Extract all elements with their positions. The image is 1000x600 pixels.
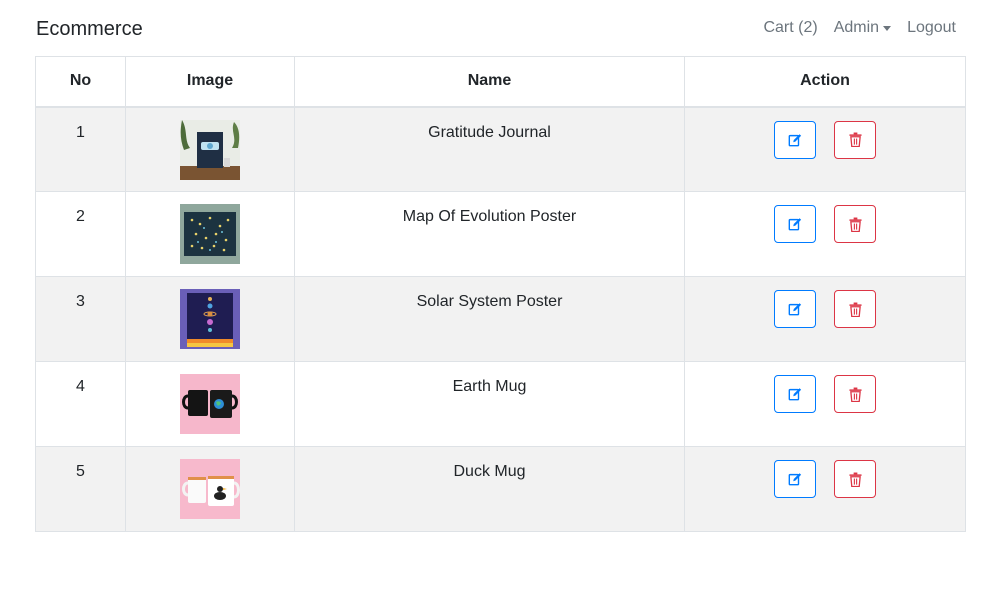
cart-link[interactable]: Cart (2) (763, 18, 817, 38)
brand-title[interactable]: Ecommerce (36, 16, 143, 42)
edit-button[interactable] (773, 120, 816, 159)
earth-mug-thumbnail (180, 374, 240, 434)
edit-button[interactable] (773, 290, 816, 328)
table-row: 1 Gratitude Journal (35, 106, 966, 192)
row-actions (684, 106, 966, 192)
row-number: 3 (35, 276, 126, 362)
row-image-cell (125, 446, 295, 532)
table-row: 4 Earth Mug (35, 361, 966, 447)
edit-icon (788, 388, 801, 401)
header-image: Image (125, 56, 295, 108)
row-actions (684, 446, 966, 532)
row-actions (684, 361, 966, 447)
nav-links: Cart (2) Admin Logout (763, 18, 956, 38)
products-table: No Image Name Action 1 Gratitude Journal… (35, 56, 966, 532)
row-image-cell (125, 191, 295, 277)
trash-icon (849, 302, 862, 317)
header-name: Name (294, 56, 685, 108)
row-number: 5 (35, 446, 126, 532)
row-image-cell (125, 361, 295, 447)
header-action: Action (684, 56, 966, 108)
solar-system-poster-thumbnail (180, 289, 240, 349)
navbar: Ecommerce Cart (2) Admin Logout (0, 0, 1000, 56)
delete-button[interactable] (834, 460, 877, 498)
edit-icon (788, 218, 801, 231)
trash-icon (849, 387, 862, 402)
table-row: 3 Solar System Poster (35, 276, 966, 362)
trash-icon (849, 472, 862, 487)
row-actions (684, 276, 966, 362)
edit-button[interactable] (773, 205, 816, 243)
row-actions (684, 191, 966, 277)
row-image-cell (125, 276, 295, 362)
row-product-name: Solar System Poster (294, 276, 685, 362)
edit-button[interactable] (773, 460, 816, 498)
header-no: No (35, 56, 126, 108)
gratitude-journal-thumbnail (180, 119, 240, 180)
trash-icon (849, 217, 862, 232)
evolution-poster-thumbnail (180, 204, 240, 264)
admin-dropdown[interactable]: Admin (833, 18, 892, 38)
edit-icon (788, 133, 801, 146)
table-header-row: No Image Name Action (35, 56, 966, 108)
trash-icon (849, 132, 862, 147)
caret-down-icon (883, 25, 892, 31)
table-row: 2 Map Of Evolution Poster (35, 191, 966, 277)
delete-button[interactable] (834, 120, 877, 159)
row-number: 4 (35, 361, 126, 447)
row-number: 2 (35, 191, 126, 277)
edit-icon (788, 303, 801, 316)
row-product-name: Earth Mug (294, 361, 685, 447)
delete-button[interactable] (834, 290, 877, 328)
row-image-cell (125, 106, 295, 192)
row-product-name: Map Of Evolution Poster (294, 191, 685, 277)
row-product-name: Duck Mug (294, 446, 685, 532)
edit-button[interactable] (773, 375, 816, 413)
admin-label: Admin (833, 19, 880, 36)
duck-mug-thumbnail (180, 459, 240, 519)
row-product-name: Gratitude Journal (294, 106, 685, 192)
row-number: 1 (35, 106, 126, 192)
table-row: 5 Duck Mug (35, 446, 966, 532)
edit-icon (788, 473, 801, 486)
products-table-container: No Image Name Action 1 Gratitude Journal… (35, 56, 966, 532)
delete-button[interactable] (834, 375, 877, 413)
logout-link[interactable]: Logout (907, 18, 956, 38)
delete-button[interactable] (834, 205, 877, 243)
